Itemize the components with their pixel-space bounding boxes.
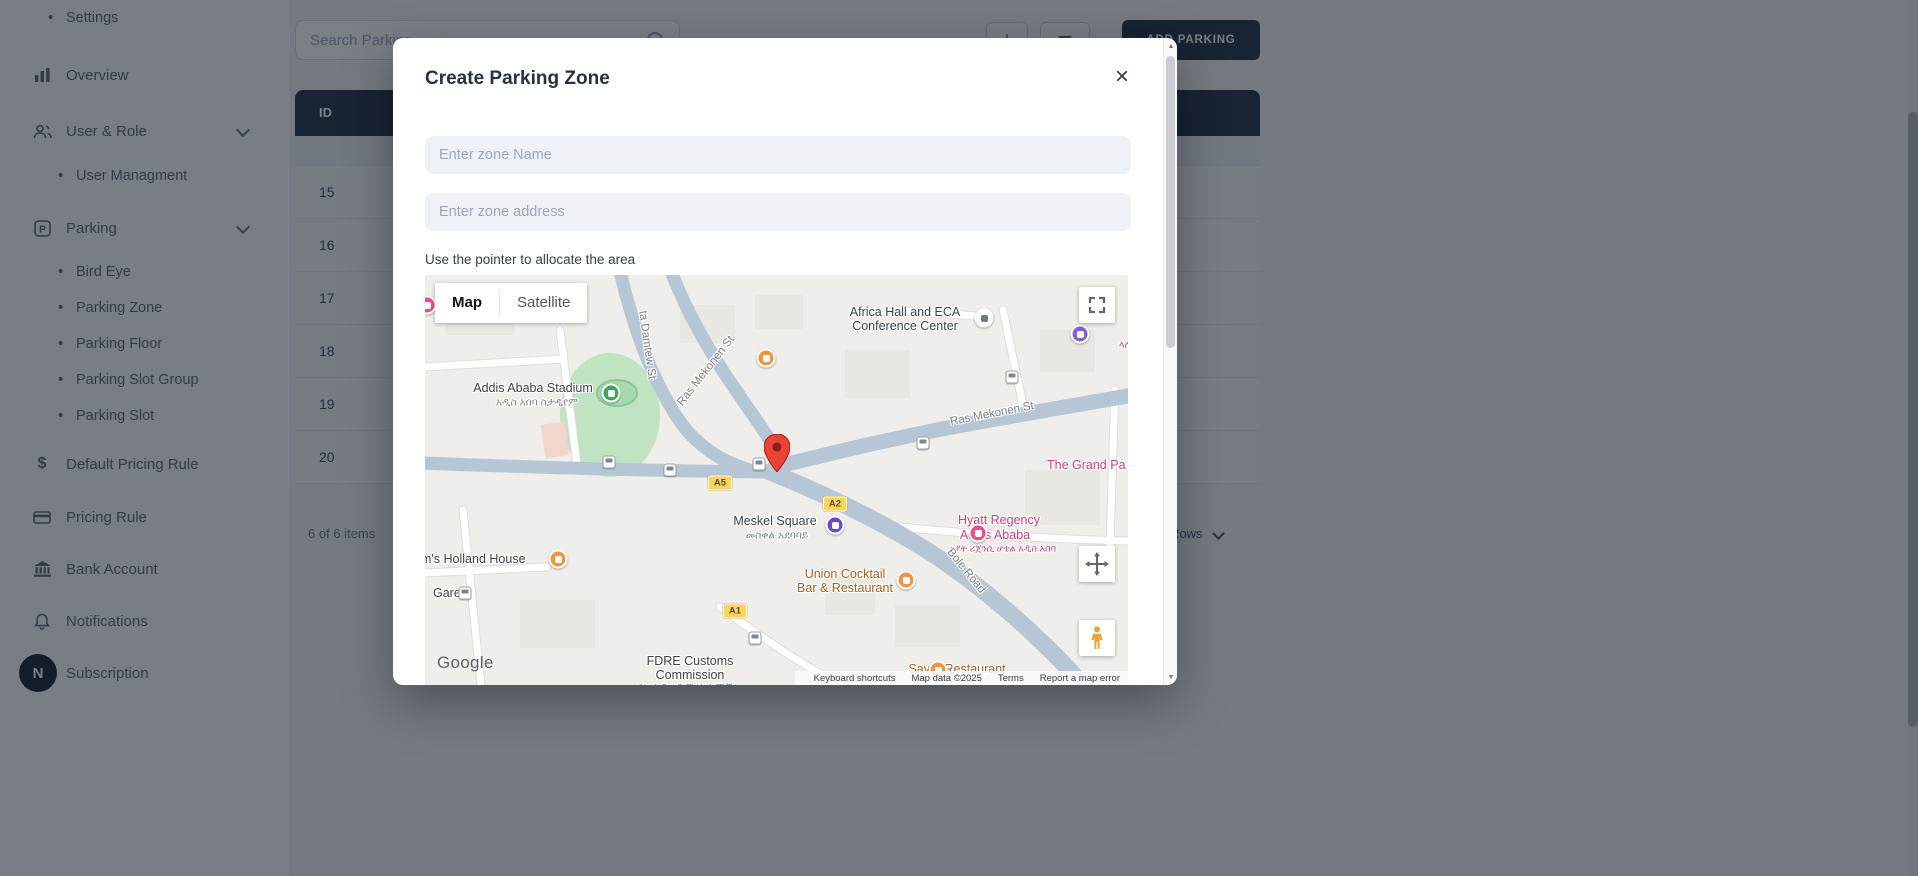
restaurant-poi-icon[interactable] [756,348,776,368]
move-arrows-icon [1085,552,1109,576]
close-button[interactable]: × [1109,64,1135,90]
transit-station-icon[interactable] [1005,370,1019,384]
keyboard-shortcuts-link[interactable]: Keyboard shortcuts [814,673,896,684]
transit-station-icon[interactable] [748,631,762,645]
fullscreen-button[interactable] [1079,287,1115,323]
map-canvas[interactable]: A5 A2 A1 Africa Hall and ECA Conference … [425,275,1128,685]
pegman-icon [1091,626,1103,649]
map-label: Addis Ababa Stadium [473,381,593,395]
map-tab[interactable]: Map [435,283,499,323]
map-label: Union Cocktail [804,567,886,581]
map-label: አዲስ አበባ ስታዲየም [496,396,578,409]
satellite-tab[interactable]: Satellite [500,283,587,323]
map-label: Hyatt Regency [958,513,1040,527]
route-shield: A5 [707,475,733,491]
scroll-up-arrow[interactable]: ▲ [1164,39,1177,53]
map-label: መስቀል አደባባይ [745,529,809,542]
close-icon: × [1114,63,1129,90]
google-logo[interactable]: Google [437,653,494,673]
map-label: Meskel Square [733,514,817,528]
route-shield: A1 [722,603,748,619]
map-label: ላሊ [1119,339,1128,351]
route-shield: A2 [822,496,848,512]
pan-control-button[interactable] [1079,546,1115,582]
map-label: Bar & Restaurant [797,581,893,595]
terms-link[interactable]: Terms [998,673,1024,684]
map-type-control: Map Satellite [435,283,588,323]
zone-address-input[interactable] [425,193,1131,231]
modal-title: Create Parking Zone [425,68,610,89]
restaurant-poi-icon[interactable] [896,570,916,590]
transit-station-icon[interactable] [663,463,677,477]
map-label: The Grand Pa [1047,458,1126,472]
map-attribution: Keyboard shortcuts Map data ©2025 Terms … [795,671,1128,685]
restaurant-poi-icon[interactable] [548,549,568,569]
map-label: የኢፌዲሪ ጉምሩክ ኮሚሽን [638,682,739,686]
report-map-error-link[interactable]: Report a map error [1040,673,1120,684]
pegman-button[interactable] [1079,620,1115,656]
map-pointer-hint: Use the pointer to allocate the area [425,252,636,267]
map-label: m's Holland House [425,552,526,566]
civic-poi-icon[interactable] [974,308,994,328]
hotel-poi-icon[interactable] [968,523,988,543]
attraction-poi-icon[interactable] [1070,324,1090,344]
transit-station-icon[interactable] [602,455,616,469]
map-label: FDRE Customs [646,654,734,668]
fullscreen-icon [1088,296,1106,314]
park-poi-icon[interactable] [601,383,621,403]
zone-name-input[interactable] [425,136,1131,174]
map-label: Gare [433,586,461,600]
light-rail-station-icon[interactable] [825,515,845,535]
map-marker-pin[interactable] [763,433,791,477]
map-base-art [425,275,1128,685]
map-label: Conference Center [852,319,958,333]
modal-scrollbar-thumb[interactable] [1166,56,1175,348]
create-parking-zone-modal: Create Parking Zone × Use the pointer to… [393,38,1177,685]
transit-station-icon[interactable] [916,436,930,450]
map-label: ሀያት ሪጀንሲ ሆቴል አዲስ አበባ [949,543,1057,555]
modal-scrollbar[interactable]: ▲ ▼ [1163,38,1177,685]
map-label: Commission [655,668,725,682]
transit-station-icon[interactable] [458,586,472,600]
map-label: Africa Hall and ECA [849,305,961,319]
map-data-label: Map data ©2025 [911,672,982,684]
scroll-down-arrow[interactable]: ▼ [1164,670,1177,684]
